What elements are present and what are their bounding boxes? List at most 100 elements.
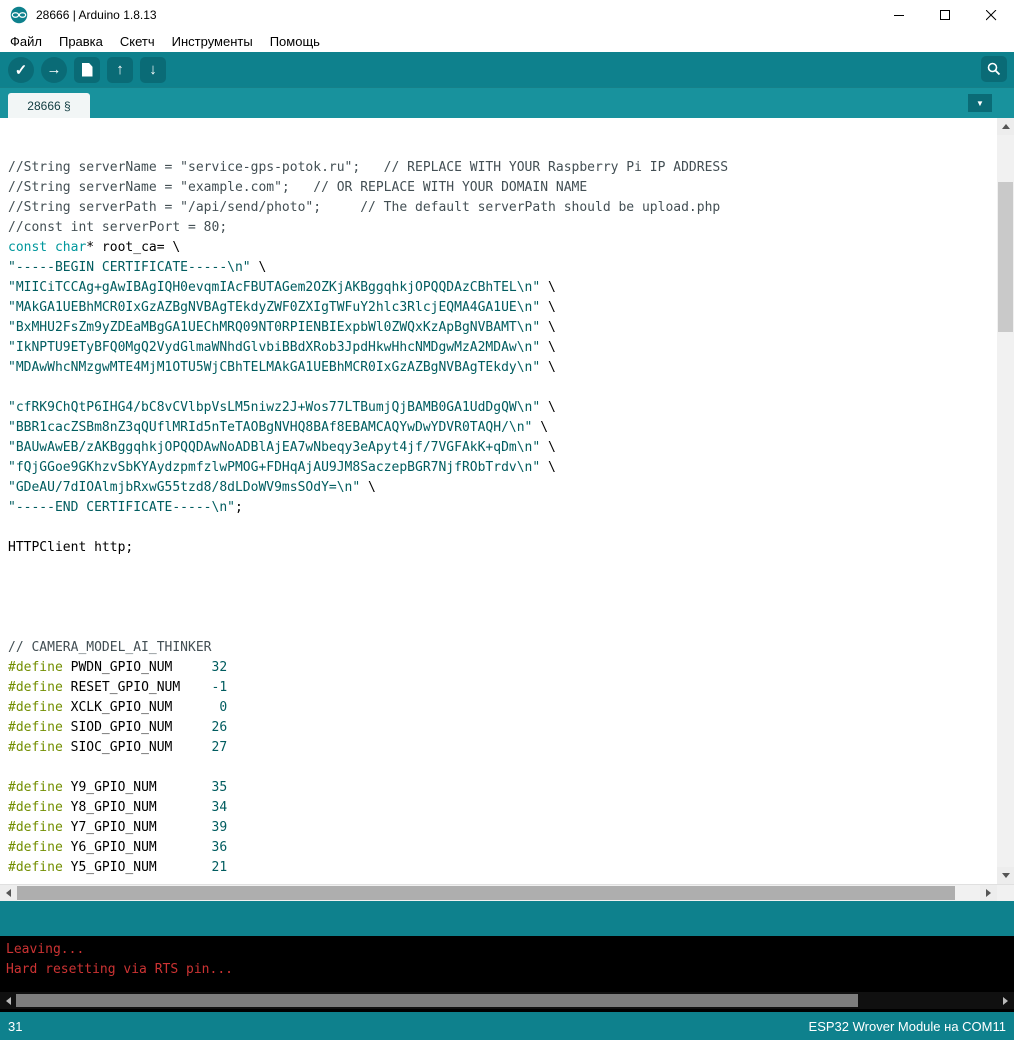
editor[interactable]: //String serverName = "service-gps-potok…	[0, 118, 997, 884]
code-line: "IkNPTU9ETyBFQ0MgQ2VydGlmaWNhdGlvbiBBdXR…	[8, 340, 556, 355]
triangle-right-icon	[986, 889, 991, 897]
code-line: #define Y6_GPIO_NUM 36	[8, 840, 228, 855]
code-line: "-----BEGIN CERTIFICATE-----\n" \	[8, 260, 267, 275]
code-line: "MIICiTCCAg+gAwIBAgIQH0evqmIAcFBUTAGem2O…	[8, 280, 556, 295]
code-line: "BAUwAwEB/zAKBggqhkjOPQQDAwNoADBlAjEA7wN…	[8, 440, 556, 455]
code-line: "MAkGA1UEBhMCR0IxGzAZBgNVBAgTEkdyZWF0ZXI…	[8, 300, 556, 315]
status-bar: 31 ESP32 Wrover Module на COM11	[0, 1012, 1014, 1040]
open-button[interactable]: ↑	[107, 56, 133, 83]
close-icon	[985, 9, 996, 20]
menu-item[interactable]: Скетч	[120, 34, 155, 49]
code-line: #define SIOC_GPIO_NUM 27	[8, 740, 228, 755]
code-line: //String serverName = "example.com"; // …	[8, 180, 588, 195]
window-controls	[876, 0, 1014, 30]
console-horizontal-scrollbar[interactable]	[0, 992, 1014, 1009]
minimize-button[interactable]	[876, 0, 922, 30]
console-scroll-thumb[interactable]	[16, 994, 858, 1007]
code-line: #define Y7_GPIO_NUM 39	[8, 820, 228, 835]
editor-horizontal-scrollbar[interactable]	[0, 884, 1014, 901]
toolbar: ✓ → ↑ ↓	[0, 52, 1014, 87]
code-line: "-----END CERTIFICATE-----\n";	[8, 500, 243, 515]
magnifier-icon	[987, 62, 1001, 76]
triangle-up-icon	[1001, 124, 1010, 129]
code-line: HTTPClient http;	[8, 540, 134, 555]
save-button[interactable]: ↓	[140, 56, 166, 83]
horizontal-scroll-thumb[interactable]	[17, 886, 955, 900]
triangle-right-icon	[1003, 996, 1008, 1005]
triangle-left-icon	[6, 889, 11, 897]
new-sketch-button[interactable]	[74, 56, 100, 83]
code-line: #define Y9_GPIO_NUM 35	[8, 780, 228, 795]
tab-label: 28666 §	[27, 98, 71, 113]
upload-button[interactable]: →	[41, 56, 67, 83]
code-line: "BBR1cacZSBm8nZ3qQUflMRId5nTeTAOBgNVHQ8B…	[8, 420, 549, 435]
code-line: "fQjGGoe9GKhzvSbKYAydzpmfzlwPMOG+FDHqAjA…	[8, 460, 556, 475]
menu-item[interactable]: Помощь	[270, 34, 320, 49]
code-line: //const int serverPort = 80;	[8, 220, 228, 235]
maximize-icon	[939, 9, 950, 20]
close-button[interactable]	[968, 0, 1014, 30]
console-output: Leaving... Hard resetting via RTS pin...	[6, 940, 1014, 980]
code-line: //String serverPath = "/api/send/photo";…	[8, 200, 721, 215]
code-line: "MDAwWhcNMzgwMTE4MjM1OTU5WjCBhTELMAkGA1U…	[8, 360, 556, 375]
menu-item[interactable]: Файл	[10, 34, 42, 49]
console-scroll-right-button[interactable]	[997, 992, 1014, 1009]
console-line: Leaving...	[6, 942, 85, 957]
board-port-status: ESP32 Wrover Module на COM11	[808, 1019, 1006, 1034]
message-area	[0, 901, 1014, 936]
code-line: "BxMHU2FsZm9yZDEaMBgGA1UEChMRQ09NT0RPIEN…	[8, 320, 556, 335]
console-line: Hard resetting via RTS pin...	[6, 962, 233, 977]
scroll-right-button[interactable]	[980, 885, 997, 901]
arrow-right-icon: →	[46, 61, 62, 78]
menu-bar: Файл Правка Скетч Инструменты Помощь	[0, 30, 1014, 52]
title-bar: 28666 | Arduino 1.8.13	[0, 0, 1014, 30]
code-line: const char* root_ca= \	[8, 240, 181, 255]
code-line: // CAMERA_MODEL_AI_THINKER	[8, 640, 212, 655]
arduino-logo-icon	[10, 6, 28, 24]
code-area: //String serverName = "service-gps-potok…	[0, 118, 997, 878]
code-line: #define XCLK_GPIO_NUM 0	[8, 700, 228, 715]
code-line: "cfRK9ChQtP6IHG4/bC8vCVlbpVsLM5niwz2J+Wo…	[8, 400, 556, 415]
code-line: #define Y5_GPIO_NUM 21	[8, 860, 228, 875]
triangle-left-icon	[6, 996, 11, 1005]
minimize-icon	[893, 14, 904, 16]
arrow-down-icon: ↓	[149, 61, 157, 78]
tab-strip: 28666 § ▼	[0, 87, 1014, 118]
scroll-left-button[interactable]	[0, 885, 17, 901]
check-icon: ✓	[14, 61, 28, 79]
code-line: #define SIOD_GPIO_NUM 26	[8, 720, 228, 735]
serial-monitor-button[interactable]	[981, 56, 1007, 82]
scroll-up-button[interactable]	[997, 118, 1014, 135]
window-title: 28666 | Arduino 1.8.13	[36, 8, 157, 22]
scroll-down-button[interactable]	[997, 867, 1014, 884]
document-icon	[81, 62, 93, 77]
editor-vertical-scrollbar[interactable]	[997, 118, 1014, 884]
verify-button[interactable]: ✓	[8, 56, 34, 83]
triangle-down-icon	[1001, 873, 1010, 878]
maximize-button[interactable]	[922, 0, 968, 30]
arrow-up-icon: ↑	[116, 61, 124, 78]
code-line: #define PWDN_GPIO_NUM 32	[8, 660, 228, 675]
code-line: //String serverName = "service-gps-potok…	[8, 160, 729, 175]
arduino-ide-window: 28666 | Arduino 1.8.13 Файл Правка Скетч Ин…	[0, 0, 1014, 1040]
vertical-scroll-thumb[interactable]	[998, 182, 1013, 332]
chevron-down-icon: ▼	[976, 98, 984, 108]
menu-item[interactable]: Правка	[59, 34, 103, 49]
tab-list-button[interactable]: ▼	[968, 94, 992, 112]
menu-item[interactable]: Инструменты	[172, 34, 253, 49]
code-line: #define RESET_GPIO_NUM -1	[8, 680, 228, 695]
tab-sketch[interactable]: 28666 §	[8, 93, 90, 118]
cursor-line-number: 31	[8, 1019, 23, 1034]
code-line: "GDeAU/7dIOAlmjbRxwG55tzd8/8dLDoWV9msSOd…	[8, 480, 376, 495]
console-scroll-left-button[interactable]	[0, 992, 17, 1009]
code-line: #define Y8_GPIO_NUM 34	[8, 800, 228, 815]
